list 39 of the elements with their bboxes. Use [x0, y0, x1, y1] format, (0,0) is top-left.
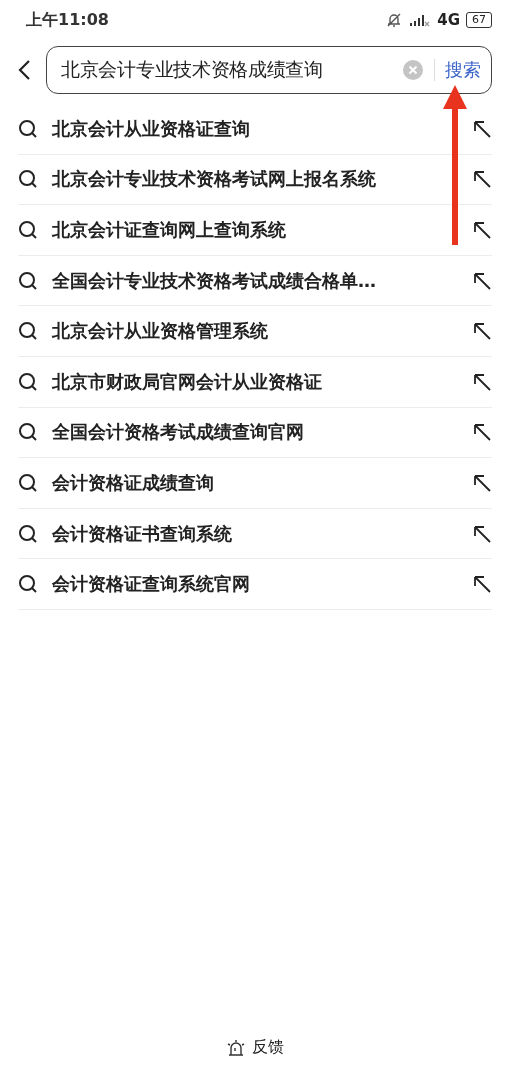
fill-arrow-icon[interactable]: [472, 321, 492, 342]
search-button[interactable]: 搜索: [445, 58, 481, 82]
suggestion-text[interactable]: 北京会计从业资格管理系统: [52, 319, 268, 344]
suggestion-text[interactable]: 北京市财政局官网会计从业资格证: [52, 369, 322, 394]
siren-icon: [226, 1038, 246, 1057]
fill-arrow-icon[interactable]: [472, 523, 492, 544]
suggestion-text[interactable]: 全国会计资格考试成绩查询官网: [52, 420, 304, 445]
search-icon: [18, 169, 38, 190]
fill-arrow-icon[interactable]: [472, 574, 492, 595]
fill-arrow-icon[interactable]: [472, 270, 492, 291]
back-icon[interactable]: [18, 59, 32, 81]
suggestion-text[interactable]: 会计资格证书查询系统: [52, 521, 232, 546]
search-icon: [18, 220, 38, 240]
fill-arrow-icon[interactable]: [472, 220, 492, 240]
status-time: 上午11:08: [26, 9, 109, 31]
search-icon: [18, 523, 38, 544]
search-icon: [18, 371, 38, 392]
search-icon: [18, 321, 38, 342]
suggestion-text[interactable]: 北京会计证查询网上查询系统: [52, 218, 286, 242]
fill-arrow-icon[interactable]: [472, 118, 492, 139]
search-icon: [18, 472, 38, 493]
search-icon: [18, 422, 38, 443]
suggestion-text[interactable]: 全国会计专业技术资格考试成绩合格单…: [52, 268, 376, 293]
signal-icon: [409, 13, 432, 27]
feedback-link[interactable]: 反馈: [226, 1037, 284, 1058]
fill-arrow-icon[interactable]: [472, 422, 492, 443]
suggestion-text[interactable]: 会计资格证成绩查询: [52, 470, 214, 495]
search-icon: [18, 270, 38, 291]
search-icon: [18, 574, 38, 595]
network-type: 4G: [437, 11, 460, 29]
search-field[interactable]: 北京会计专业技术资格成绩查询 搜索: [46, 46, 492, 94]
fill-arrow-icon[interactable]: [472, 371, 492, 392]
suggestion-text[interactable]: 会计资格证查询系统官网: [52, 572, 250, 597]
search-icon: [18, 118, 38, 139]
suggestion-text[interactable]: 北京会计专业技术资格考试网上报名系统: [52, 167, 376, 192]
suggestion-text[interactable]: 北京会计从业资格证查询: [52, 116, 250, 141]
fill-arrow-icon[interactable]: [472, 169, 492, 190]
battery-indicator: 67: [466, 12, 492, 28]
fill-arrow-icon[interactable]: [472, 472, 492, 493]
